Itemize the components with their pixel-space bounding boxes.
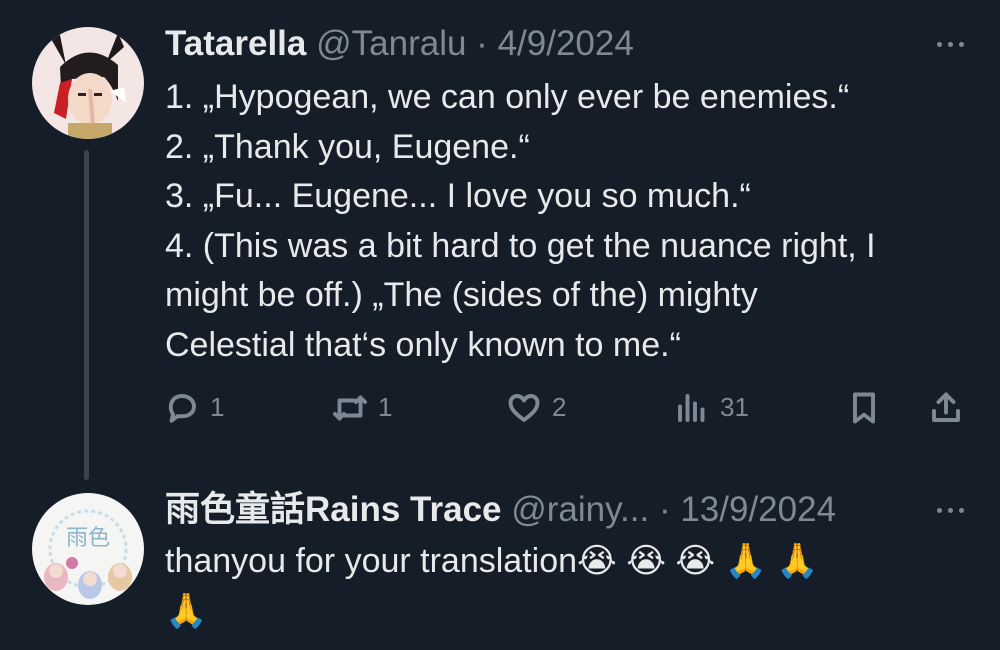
display-name[interactable]: Tatarella: [165, 24, 306, 63]
share-button[interactable]: [928, 385, 964, 430]
more-icon[interactable]: [930, 34, 970, 54]
tweet-line: 4. (This was a bit hard to get the nuanc…: [165, 226, 876, 265]
timestamp[interactable]: 4/9/2024: [498, 24, 634, 63]
tweet1-header: Tatarella @Tanralu · 4/9/2024: [165, 24, 634, 64]
like-count: 2: [552, 392, 567, 422]
tweet-line: 🙏: [165, 587, 980, 637]
reply-text: thanyou for your translation: [165, 542, 578, 580]
retweet-icon: [333, 395, 367, 420]
tweet1-actions: 1 1 2 31: [160, 385, 970, 430]
tweet-line: 3. „Fu... Eugene... I love you so much.“: [165, 177, 751, 215]
avatar-image: 雨色: [32, 493, 144, 605]
tweet-line: Celestial that‘s only known to me.“: [165, 325, 681, 364]
separator: ·: [476, 24, 488, 63]
tweet2-header: 雨色童話Rains Trace @rainy... · 13/9/2024: [165, 490, 836, 530]
pray-emoji: 🙏: [165, 591, 208, 630]
views-icon: [678, 393, 705, 422]
reply-count: 1: [210, 392, 225, 422]
tweet-line: thanyou for your translation😭 😭 😭 🙏 🙏: [165, 537, 980, 587]
tweet2-text: thanyou for your translation😭 😭 😭 🙏 🙏 🙏: [165, 537, 980, 636]
views-count: 31: [720, 392, 749, 422]
bookmark-icon: [853, 392, 875, 423]
share-icon: [932, 392, 960, 422]
tweet-line: might be off.) „The (sides of the) might…: [165, 276, 758, 314]
tweet-line: 1. „Hypogean, we can only ever be enemie…: [165, 78, 850, 116]
retweet-count: 1: [378, 392, 393, 422]
handle[interactable]: @rainy...: [511, 490, 649, 529]
thread-connector: [84, 150, 89, 480]
more-icon[interactable]: [930, 500, 970, 520]
like-button[interactable]: 2: [506, 385, 566, 430]
reply-icon: [168, 393, 196, 423]
reply-button[interactable]: 1: [164, 385, 224, 430]
like-icon: [508, 393, 540, 422]
display-name[interactable]: 雨色童話Rains Trace: [165, 490, 502, 529]
avatar-rains-trace[interactable]: 雨色: [32, 493, 144, 605]
tweet1-text: 1. „Hypogean, we can only ever be enemie…: [165, 73, 980, 370]
separator: ·: [658, 490, 671, 529]
retweet-button[interactable]: 1: [332, 385, 392, 430]
svg-text:雨色: 雨色: [66, 526, 110, 551]
avatar-tatarella[interactable]: [32, 27, 144, 139]
tweet-line: 2. „Thank you, Eugene.“: [165, 127, 530, 166]
views-button[interactable]: 31: [674, 385, 749, 430]
emoji-group: 😭 😭 😭 🙏 🙏: [577, 542, 819, 580]
bookmark-button[interactable]: [846, 385, 882, 430]
handle[interactable]: @Tanralu: [316, 24, 466, 63]
avatar-image: [32, 27, 144, 139]
timestamp[interactable]: 13/9/2024: [680, 490, 836, 529]
